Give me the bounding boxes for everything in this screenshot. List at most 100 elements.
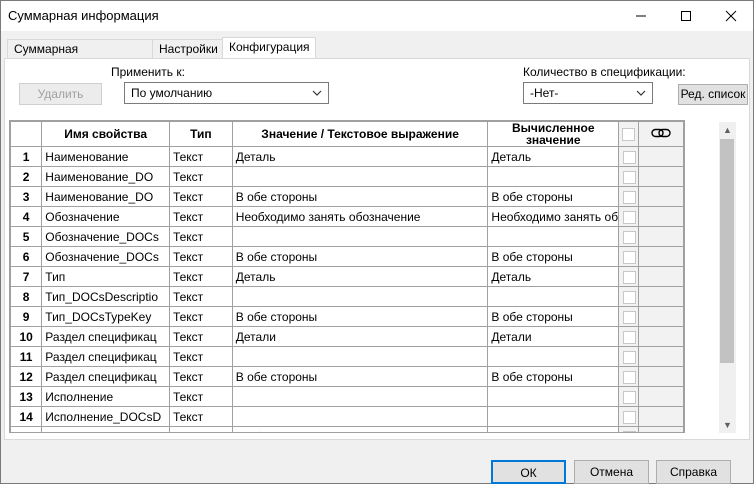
table-row[interactable]: 4 Обозначение Текст Необходимо занять обозн… xyxy=(10,206,684,227)
property-value-cell[interactable]: В обе стороны xyxy=(231,306,489,327)
property-value-cell[interactable]: Деталь xyxy=(231,266,489,287)
property-name-cell[interactable]: Раздел спецификац xyxy=(41,326,170,347)
property-name-cell[interactable]: Исполнение xyxy=(41,386,170,407)
cancel-button[interactable]: Отмена xyxy=(574,460,649,484)
row-number[interactable]: 13 xyxy=(10,386,43,407)
row-number[interactable]: 15 xyxy=(10,426,43,432)
row-checkbox[interactable] xyxy=(623,250,637,264)
quantity-combo[interactable]: -Нет- xyxy=(523,82,653,104)
property-type-cell[interactable]: Текст xyxy=(168,286,233,307)
row-number[interactable]: 5 xyxy=(10,226,43,247)
row-checkbox[interactable] xyxy=(623,390,637,404)
property-value-cell[interactable] xyxy=(231,346,489,367)
table-row[interactable]: 1 Наименование Текст Деталь Деталь xyxy=(10,146,684,167)
computed-value-cell[interactable] xyxy=(487,386,620,407)
table-row[interactable]: 11 Раздел спецификац Текст xyxy=(10,346,684,367)
row-number[interactable]: 7 xyxy=(10,266,43,287)
table-row[interactable]: 14 Исполнение_DOCsD Текст xyxy=(10,406,684,427)
property-type-cell[interactable]: Текст xyxy=(168,246,233,267)
row-checkbox[interactable] xyxy=(623,310,637,324)
minimize-button[interactable] xyxy=(618,1,663,31)
property-value-cell[interactable]: Деталь xyxy=(231,146,489,167)
property-type-cell[interactable]: Текст xyxy=(168,226,233,247)
table-row[interactable]: 15Исполнение_DOCsTТекстВ обе стороны xyxy=(10,426,684,432)
row-number[interactable]: 14 xyxy=(10,406,43,427)
row-checkbox[interactable] xyxy=(623,170,637,184)
table-row[interactable]: 10 Раздел спецификац Текст Детали Детали xyxy=(10,326,684,347)
computed-value-cell[interactable]: Необходимо занять об xyxy=(487,206,620,227)
tab-summary[interactable]: Суммарная информация xyxy=(7,39,153,74)
column-header-type[interactable]: Тип xyxy=(168,121,233,147)
row-checkbox[interactable] xyxy=(623,270,637,284)
property-name-cell[interactable]: Наименование_DO xyxy=(41,166,170,187)
row-number[interactable]: 8 xyxy=(10,286,43,307)
apply-to-combo[interactable]: По умолчанию xyxy=(124,82,329,104)
row-checkbox[interactable] xyxy=(623,350,637,364)
property-name-cell[interactable]: Исполнение_DOCsT xyxy=(41,426,170,432)
column-header-checkbox[interactable] xyxy=(618,121,639,147)
property-name-cell[interactable]: Наименование_DO xyxy=(41,186,170,207)
computed-value-cell[interactable] xyxy=(487,346,620,367)
scroll-down-arrow-icon[interactable]: ▼ xyxy=(719,417,736,433)
tab-settings[interactable]: Настройки xyxy=(152,39,223,58)
table-row[interactable]: 3 Наименование_DO Текст В обе стороны В обе … xyxy=(10,186,684,207)
property-value-cell[interactable]: Детали xyxy=(231,326,489,347)
property-type-cell[interactable]: Текст xyxy=(168,346,233,367)
property-name-cell[interactable]: Наименование xyxy=(41,146,170,167)
row-checkbox[interactable] xyxy=(623,290,637,304)
table-row[interactable]: 2 Наименование_DO Текст xyxy=(10,166,684,187)
property-type-cell[interactable]: Текст xyxy=(168,326,233,347)
header-checkbox[interactable] xyxy=(622,128,636,142)
property-name-cell[interactable]: Раздел спецификац xyxy=(41,366,170,387)
vertical-scrollbar[interactable]: ▲ ▼ xyxy=(719,122,736,433)
computed-value-cell[interactable] xyxy=(487,426,620,432)
property-type-cell[interactable]: Текст xyxy=(168,426,233,432)
table-row[interactable]: 8 Тип_DOCsDescriptio Текст xyxy=(10,286,684,307)
property-value-cell[interactable]: В обе стороны xyxy=(231,246,489,267)
row-number[interactable]: 12 xyxy=(10,366,43,387)
computed-value-cell[interactable]: В обе стороны xyxy=(487,186,620,207)
table-row[interactable]: 5 Обозначение_DOCs Текст xyxy=(10,226,684,247)
column-header-name[interactable]: Имя свойства xyxy=(41,121,170,147)
property-name-cell[interactable]: Обозначение_DOCs xyxy=(41,246,170,267)
property-value-cell[interactable]: Необходимо занять обозначение xyxy=(231,206,489,227)
property-name-cell[interactable]: Тип_DOCsTypeKey xyxy=(41,306,170,327)
table-row[interactable]: 7 Тип Текст Деталь Деталь xyxy=(10,266,684,287)
property-type-cell[interactable]: Текст xyxy=(168,186,233,207)
computed-value-cell[interactable]: Деталь xyxy=(487,146,620,167)
tab-configuration[interactable]: Конфигурация xyxy=(222,37,316,59)
row-number[interactable]: 4 xyxy=(10,206,43,227)
row-number[interactable]: 9 xyxy=(10,306,43,327)
table-row[interactable]: 13 Исполнение Текст xyxy=(10,386,684,407)
property-type-cell[interactable]: Текст xyxy=(168,366,233,387)
property-type-cell[interactable]: Текст xyxy=(168,146,233,167)
property-name-cell[interactable]: Тип xyxy=(41,266,170,287)
property-type-cell[interactable]: Текст xyxy=(168,166,233,187)
computed-value-cell[interactable] xyxy=(487,166,620,187)
table-row[interactable]: 6 Обозначение_DOCs Текст В обе стороны В обе… xyxy=(10,246,684,267)
property-value-cell[interactable] xyxy=(231,166,489,187)
computed-value-cell[interactable] xyxy=(487,286,620,307)
computed-value-cell[interactable]: В обе стороны xyxy=(487,246,620,267)
column-header-value[interactable]: Значение / Текстовое выражение xyxy=(231,121,489,147)
row-checkbox[interactable] xyxy=(623,410,637,424)
row-number[interactable]: 1 xyxy=(10,146,43,167)
row-checkbox[interactable] xyxy=(623,190,637,204)
row-checkbox[interactable] xyxy=(623,210,637,224)
maximize-button[interactable] xyxy=(663,1,708,31)
property-value-cell[interactable]: В обе стороны xyxy=(231,426,489,432)
row-number[interactable]: 10 xyxy=(10,326,43,347)
help-button[interactable]: Справка xyxy=(656,460,731,484)
scroll-thumb[interactable] xyxy=(720,139,734,363)
property-name-cell[interactable]: Обозначение xyxy=(41,206,170,227)
property-value-cell[interactable] xyxy=(231,406,489,427)
ok-button[interactable]: ОК xyxy=(491,460,566,484)
table-row[interactable]: 9 Тип_DOCsTypeKey Текст В обе стороны В обе … xyxy=(10,306,684,327)
row-number[interactable]: 6 xyxy=(10,246,43,267)
property-type-cell[interactable]: Текст xyxy=(168,406,233,427)
property-value-cell[interactable] xyxy=(231,386,489,407)
column-header-link[interactable] xyxy=(637,121,684,147)
property-value-cell[interactable]: В обе стороны xyxy=(231,366,489,387)
property-type-cell[interactable]: Текст xyxy=(168,206,233,227)
scroll-up-arrow-icon[interactable]: ▲ xyxy=(719,122,736,138)
